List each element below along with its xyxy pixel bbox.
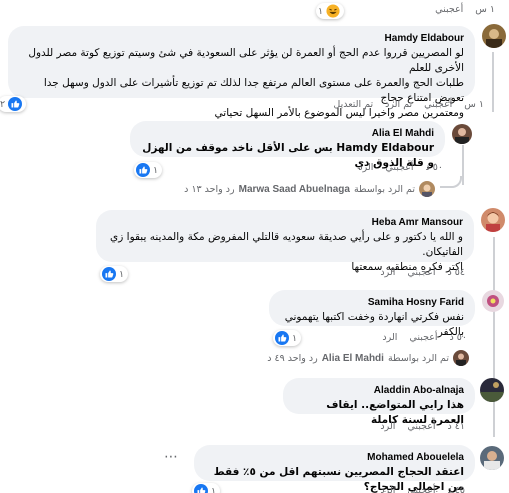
like-reaction-icon — [275, 331, 289, 345]
reaction-count: ١ — [318, 5, 324, 17]
thread-elbow — [440, 176, 462, 188]
more-options-icon[interactable]: ⋯ — [164, 449, 179, 465]
replied-by-name[interactable]: Alia El Mahdi — [322, 353, 384, 364]
reply-count[interactable]: رد واحد ١٣ د — [184, 184, 234, 195]
comment-actions: ٥٠ د أعجبني الرد — [358, 162, 443, 173]
comment-time[interactable]: ٥٠ د — [426, 162, 443, 173]
comment-bubble: Alia El Mahdi Hamdy Eldabour بس على الأق… — [130, 121, 445, 169]
comment-bubble: Hamdy Eldabour لو المصريين قرروا عدم الح… — [8, 26, 475, 119]
like-reaction-icon — [102, 267, 116, 281]
comment-author[interactable]: Heba Amr Mansour — [107, 216, 463, 230]
reply-link[interactable]: الرد — [382, 332, 397, 343]
reaction-pill[interactable]: ١ — [100, 266, 129, 282]
reply-link[interactable]: الرد — [380, 421, 395, 432]
comment-actions: ٥٤ د أعجبني الرد — [380, 267, 465, 278]
reaction-pill[interactable]: ١ — [134, 162, 163, 178]
comment-actions: ١ س أعجبني تم الرد تم التعديل — [333, 99, 484, 110]
haha-reaction-icon — [326, 4, 340, 18]
comment-author[interactable]: Hamdy Eldabour — [19, 32, 464, 46]
avatar[interactable] — [482, 290, 504, 312]
comment-bubble: Samiha Hosny Farid نفس فكرتي انهاردة وخف… — [269, 290, 475, 338]
comment-author[interactable]: Aladdin Abo-alnaja — [294, 384, 464, 398]
avatar[interactable] — [452, 124, 472, 144]
comment-actions: ٤٥ د أعجبني الرد — [380, 485, 465, 493]
replies-summary[interactable]: تم الرد بواسطة Alia El Mahdi رد واحد ٤٩ … — [267, 350, 469, 366]
reaction-pill[interactable]: ٢ — [0, 96, 27, 112]
reply-link[interactable]: الرد — [380, 267, 395, 278]
replied-by-label: تم الرد بواسطة — [353, 183, 415, 195]
comment-time[interactable]: ٥٠ د — [450, 332, 467, 343]
avatar — [453, 350, 469, 366]
replied-by-name[interactable]: Marwa Saad Abuelnaga — [239, 184, 350, 195]
thread-line — [492, 52, 494, 112]
comment-actions: ٤١ د أعجبني الرد — [380, 421, 465, 432]
like-link[interactable]: أعجبني — [385, 162, 413, 173]
reaction-count: ٢ — [0, 98, 6, 110]
like-link[interactable]: أعجبني — [407, 267, 435, 278]
like-reaction-icon — [8, 97, 23, 111]
edited-label: تم التعديل — [333, 99, 374, 110]
like-link[interactable]: أعجبني — [435, 4, 463, 15]
comment-author[interactable]: Alia El Mahdi — [141, 127, 434, 141]
avatar — [419, 181, 435, 197]
reply-link[interactable]: الرد — [380, 485, 395, 493]
thread-line — [493, 237, 495, 437]
reaction-count: ١ — [211, 485, 217, 493]
comment-bubble: Mohamed Abouelela اعتقد الحجاج المصريين … — [194, 445, 475, 493]
like-link[interactable]: أعجبني — [407, 485, 435, 493]
comment-time[interactable]: ٤١ د — [448, 421, 465, 432]
like-link[interactable]: أعجبني — [407, 421, 435, 432]
reply-count[interactable]: رد واحد ٤٩ د — [267, 353, 317, 364]
like-reaction-icon — [194, 484, 208, 493]
top-comment-actions: ١ س أعجبني — [435, 4, 495, 15]
comment-time[interactable]: ٥٤ د — [448, 267, 465, 278]
reaction-pill[interactable]: ١ — [316, 3, 345, 19]
reaction-pill[interactable]: ١ — [273, 330, 302, 346]
thread-line — [462, 145, 464, 185]
reaction-count: ١ — [153, 164, 159, 176]
comment-time[interactable]: ٤٥ د — [448, 485, 465, 493]
reaction-pill[interactable]: ١ — [192, 483, 221, 493]
comment-time[interactable]: ١ س — [464, 99, 484, 110]
replies-summary[interactable]: تم الرد بواسطة Marwa Saad Abuelnaga رد و… — [184, 181, 435, 197]
comment-bubble: Heba Amr Mansour و الله يا دكتور و على ر… — [96, 210, 474, 273]
reply-link[interactable]: تم الرد — [385, 99, 412, 110]
comment-time[interactable]: ١ س — [475, 4, 495, 15]
reaction-count: ١ — [119, 268, 125, 280]
avatar[interactable] — [480, 378, 504, 402]
avatar[interactable] — [482, 24, 506, 48]
like-link[interactable]: أعجبني — [424, 99, 452, 110]
comment-actions: ٥٠ د أعجبني الرد — [382, 332, 467, 343]
like-reaction-icon — [136, 163, 150, 177]
comment-author[interactable]: Mohamed Abouelela — [205, 451, 464, 465]
avatar[interactable] — [480, 446, 504, 470]
avatar[interactable] — [481, 208, 505, 232]
replied-by-label: تم الرد بواسطة — [387, 352, 449, 364]
comment-author[interactable]: Samiha Hosny Farid — [280, 296, 464, 310]
like-link[interactable]: أعجبني — [409, 332, 437, 343]
reaction-count: ١ — [292, 332, 298, 344]
reply-link[interactable]: الرد — [358, 162, 373, 173]
comment-bubble: Aladdin Abo-alnaja هذا رايي المتواضع.. ا… — [283, 378, 475, 426]
